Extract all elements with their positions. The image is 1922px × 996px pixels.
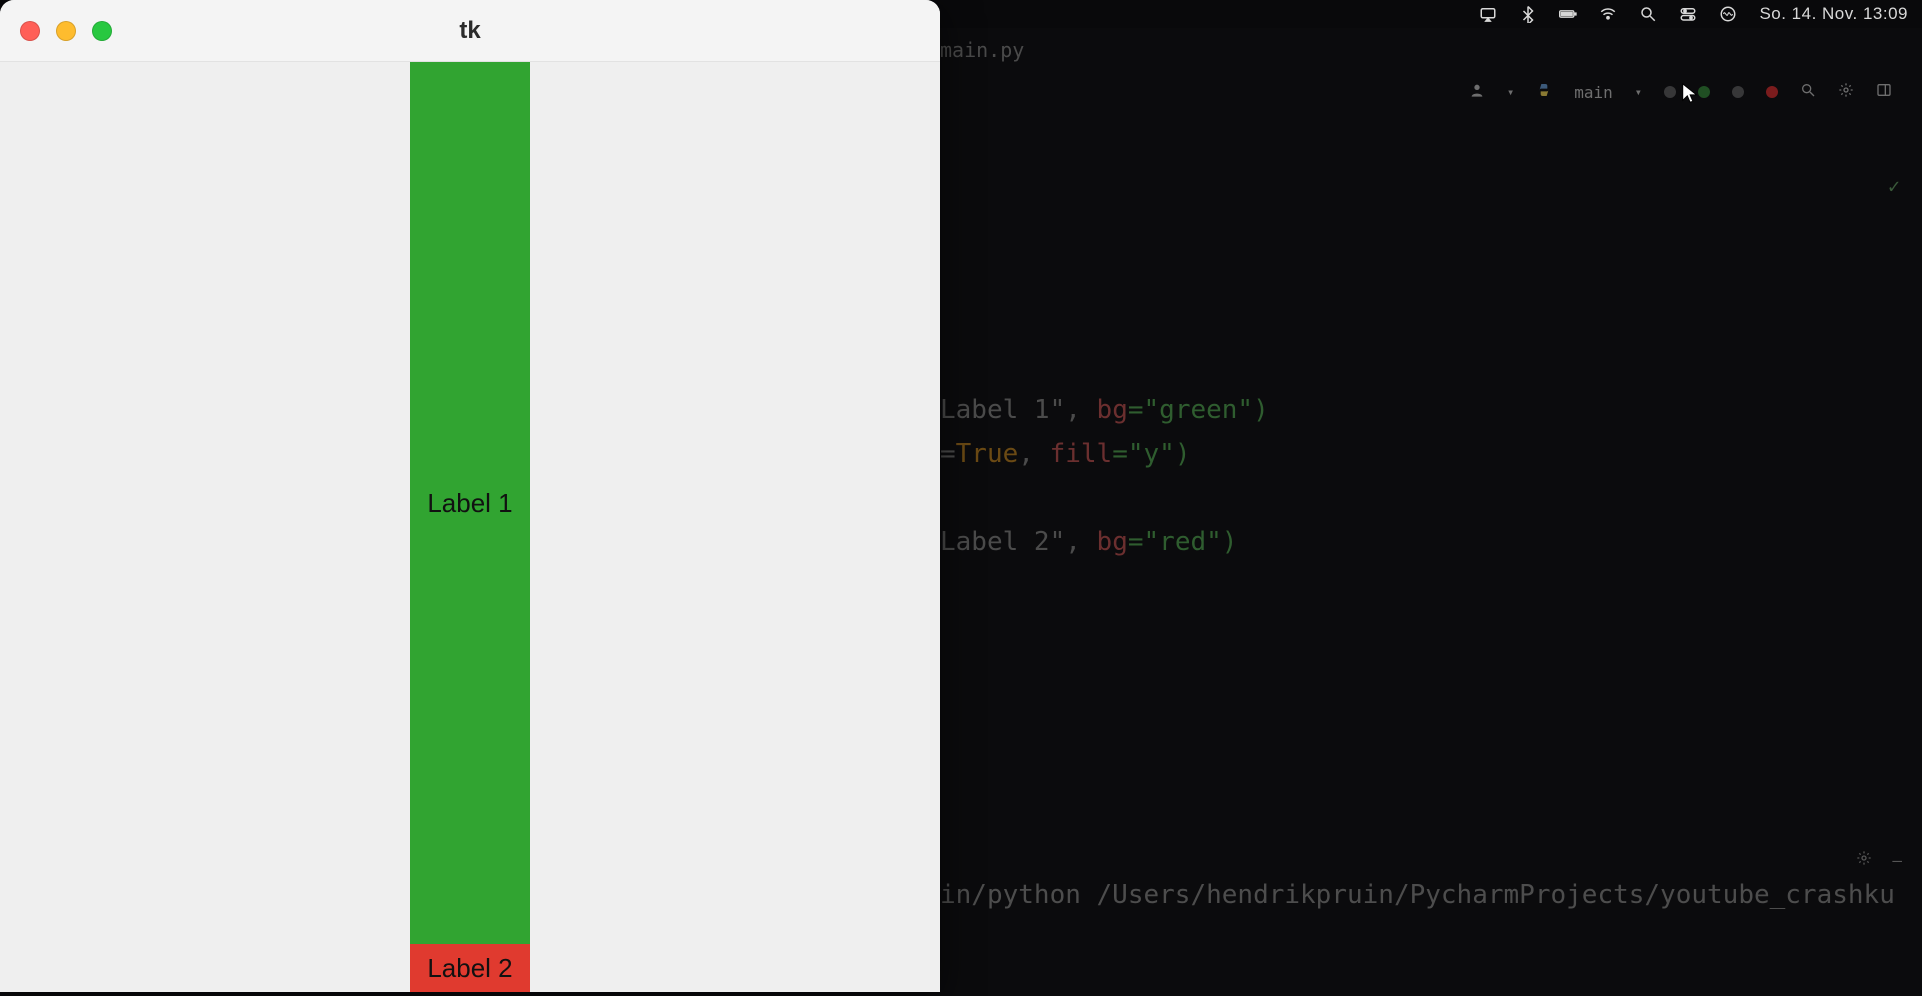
run-config-name[interactable]: main [1574,83,1613,102]
siri-icon[interactable] [1719,5,1737,23]
tk-label-2: Label 2 [410,944,530,992]
gear-icon[interactable] [1856,850,1872,870]
traffic-lights [20,21,112,41]
gear-icon[interactable] [1838,82,1854,102]
ide-toolbar: ▾ main ▾ [1469,82,1892,102]
chevron-down-icon[interactable]: ▾ [1635,85,1642,99]
tk-window: tk Label 1 Label 2 [0,0,940,992]
code-line: =True, fill="y") [940,432,1269,476]
menu-clock[interactable]: So. 14. Nov. 13:09 [1759,4,1908,24]
user-icon[interactable] [1469,82,1485,102]
control-center-icon[interactable] [1679,5,1697,23]
panel-icon[interactable] [1876,82,1892,102]
code-blank-line [940,476,1269,520]
search-icon[interactable] [1800,82,1816,102]
spotlight-icon[interactable] [1639,5,1657,23]
window-title: tk [459,17,480,45]
close-button[interactable] [20,21,40,41]
code-line: Label 2", bg="red") [940,520,1269,564]
run-console-output[interactable]: in/python /Users/hendrikpruin/PycharmPro… [940,880,1895,910]
build-icon[interactable] [1664,86,1676,98]
minimize-icon[interactable]: — [1892,851,1902,870]
zoom-button[interactable] [92,21,112,41]
code-line: Label 1", bg="green") [940,388,1269,432]
minimize-button[interactable] [56,21,76,41]
chevron-down-icon[interactable]: ▾ [1507,85,1514,99]
editor-tab[interactable]: main.py [940,38,1024,62]
bluetooth-icon[interactable] [1519,5,1537,23]
tool-window-bar: — [940,840,1902,880]
battery-icon[interactable] [1559,5,1577,23]
tk-label-1: Label 1 [410,62,530,944]
window-titlebar[interactable]: tk [0,0,940,62]
inspection-check-icon[interactable]: ✓ [1888,174,1900,198]
python-icon [1536,82,1552,102]
screen-mirroring-icon[interactable] [1479,5,1497,23]
wifi-icon[interactable] [1599,5,1617,23]
tk-client-area: Label 1 Label 2 [0,62,940,992]
run-icon[interactable] [1698,86,1710,98]
code-editor[interactable]: Label 1", bg="green") =True, fill="y") L… [940,388,1269,564]
stop-icon[interactable] [1766,86,1778,98]
debug-icon[interactable] [1732,86,1744,98]
